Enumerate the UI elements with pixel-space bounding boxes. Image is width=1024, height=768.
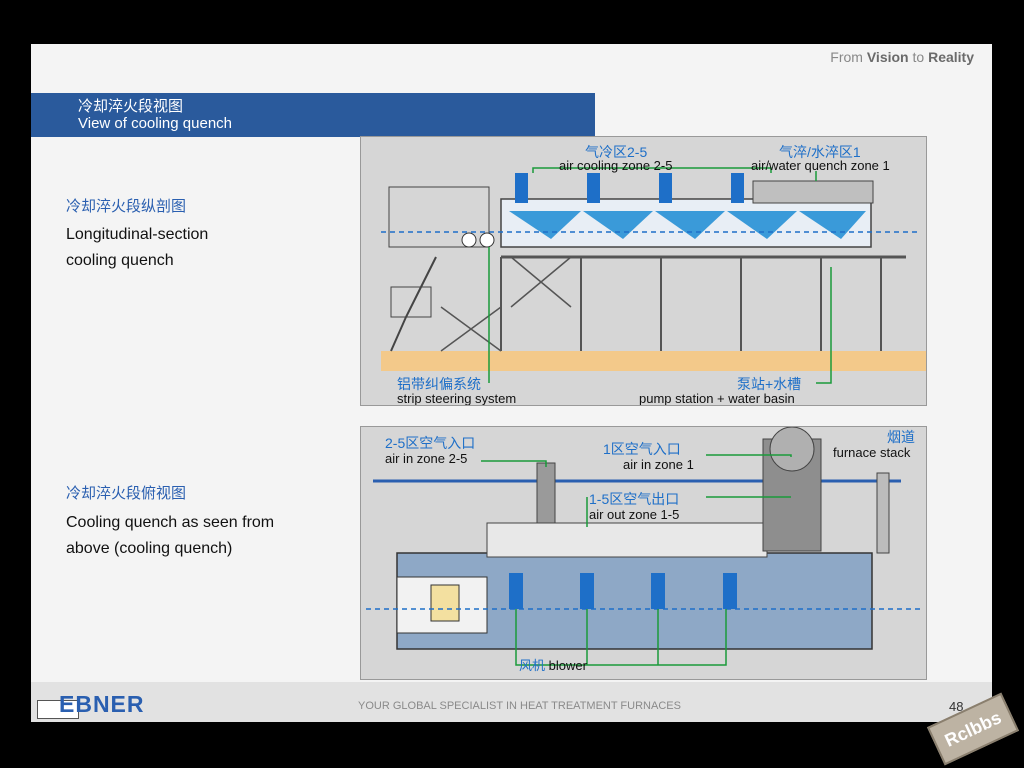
air-in-zone-2-5-en: air in zone 2-5 bbox=[385, 451, 468, 466]
blower-icon bbox=[651, 573, 665, 609]
blower-label: 风机 blower bbox=[519, 658, 587, 673]
blower-icon bbox=[587, 173, 600, 203]
air-out-zone-en: air out zone 1-5 bbox=[589, 507, 680, 522]
air-in-zone-2-5-zh: 2-5区空气入口 bbox=[385, 435, 476, 451]
quench-zone-en: air/water quench zone 1 bbox=[751, 158, 890, 173]
title-zh: 冷却淬火段视图 bbox=[78, 98, 184, 115]
top-view-diagram: 2-5区空气入口 air in zone 2-5 1区空气入口 air in z… bbox=[360, 426, 927, 680]
slide: From Vision to Reality 冷却淬火段视图 View of c… bbox=[31, 44, 992, 722]
air-in-zone-1-zh: 1区空气入口 bbox=[603, 441, 681, 457]
longitudinal-section-diagram: 气冷区2-5 air cooling zone 2-5 气淬/水淬区1 air/… bbox=[360, 136, 927, 406]
upper-deck bbox=[486, 522, 768, 558]
furnace-stack-zh: 烟道 bbox=[887, 429, 915, 445]
blower-icon bbox=[731, 173, 744, 203]
air-cooling-zone-en: air cooling zone 2-5 bbox=[559, 158, 673, 173]
pump-station-en: pump station + water basin bbox=[639, 391, 795, 406]
section-2-label-zh: 冷却淬火段俯视图 bbox=[66, 485, 187, 502]
roller-icon bbox=[461, 232, 477, 248]
blower-icon bbox=[723, 573, 737, 609]
strip-steering-en: strip steering system bbox=[397, 391, 517, 406]
blower-icon bbox=[580, 573, 594, 609]
air-inlet-stack bbox=[536, 462, 556, 524]
furnace-stack-en: furnace stack bbox=[833, 445, 911, 460]
air-out-zone-zh: 1-5区空气出口 bbox=[589, 491, 680, 507]
furnace-stack-icon bbox=[876, 472, 890, 554]
blower-icon bbox=[515, 173, 528, 203]
floor-band bbox=[381, 351, 926, 371]
roller-icon bbox=[479, 232, 495, 248]
footer-slogan: YOUR GLOBAL SPECIALIST IN HEAT TREATMENT… bbox=[358, 700, 681, 712]
section-1-label-en: Longitudinal-section cooling quench bbox=[66, 226, 209, 269]
title-bar: 冷却淬火段视图 View of cooling quench bbox=[31, 93, 595, 137]
tagline: From Vision to Reality bbox=[830, 49, 974, 65]
quench-hood bbox=[752, 180, 874, 204]
blower-icon bbox=[509, 573, 523, 609]
ebner-logo: EBNER bbox=[59, 691, 145, 717]
section-2-label-en: Cooling quench as seen from above (cooli… bbox=[66, 514, 275, 557]
blower-icon bbox=[659, 173, 672, 203]
air-in-zone-1-en: air in zone 1 bbox=[623, 457, 694, 472]
section-1-label-zh: 冷却淬火段纵剖图 bbox=[66, 198, 187, 215]
title-en: View of cooling quench bbox=[78, 115, 232, 132]
footer: EBNER YOUR GLOBAL SPECIALIST IN HEAT TRE… bbox=[31, 682, 992, 722]
